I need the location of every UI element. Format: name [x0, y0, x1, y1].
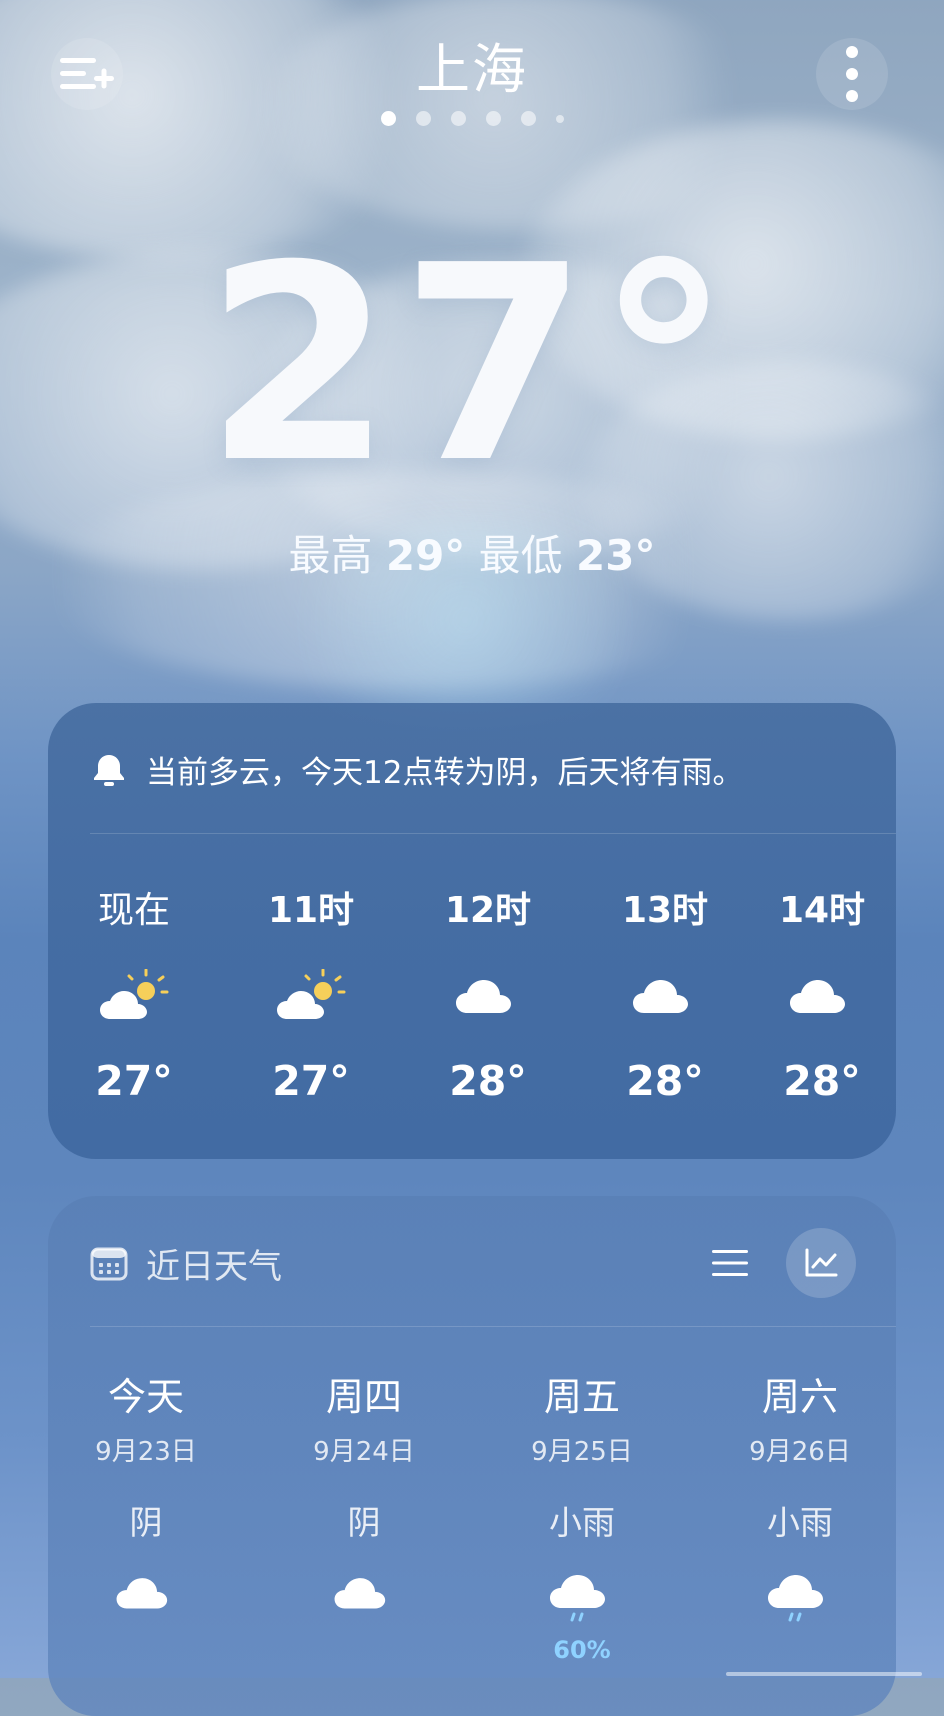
hour-label: 14时 — [778, 890, 866, 931]
low-temp: 23° — [576, 531, 656, 580]
day-condition: 阴 — [347, 1503, 381, 1542]
bell-icon — [94, 754, 124, 786]
calendar-icon — [90, 1247, 128, 1281]
partly-cloudy-icon — [64, 969, 204, 1029]
cloud-icon — [56, 1568, 236, 1638]
hour-temp: 27° — [95, 1057, 173, 1105]
hour-label: 12时 — [444, 890, 532, 931]
page-dot-4[interactable] — [485, 111, 501, 126]
hour-label: 11时 — [267, 890, 355, 931]
high-label: 最高 — [288, 531, 373, 580]
precip-probability: 60% — [553, 1636, 611, 1664]
daily-forecast-card[interactable]: 近日天气 今天 9月23日 阴 周四 9月24日 阴 周五 9月25日 小雨 6… — [48, 1196, 896, 1716]
daily-title: 近日天气 — [90, 1239, 282, 1288]
day-item: 周四 9月24日 阴 — [274, 1366, 454, 1638]
hourly-item: 11时 27° — [241, 881, 381, 1105]
low-label: 最低 — [478, 531, 563, 580]
rain-icon — [710, 1568, 890, 1638]
hour-label: 现在 — [97, 890, 170, 931]
temperature-range: 最高 29° 最低 23° — [0, 522, 944, 583]
day-condition: 阴 — [129, 1503, 163, 1542]
hourly-forecast-card[interactable]: 当前多云，今天12点转为阴，后天将有雨。 现在 27° 11时 27° 12时 … — [48, 703, 896, 1159]
list-view-button[interactable] — [708, 1241, 752, 1285]
day-date: 9月24日 — [313, 1437, 415, 1467]
city-name[interactable]: 上海 — [0, 25, 944, 104]
hour-temp: 27° — [272, 1057, 350, 1105]
hour-label: 13时 — [621, 890, 709, 931]
hourly-item: 14时 28° — [752, 881, 892, 1105]
cloud-icon — [752, 969, 892, 1029]
page-dot-3[interactable] — [450, 111, 466, 126]
day-date: 9月23日 — [95, 1437, 197, 1467]
day-item: 今天 9月23日 阴 — [56, 1366, 236, 1638]
day-item: 周六 9月26日 小雨 — [710, 1366, 890, 1638]
cloud-icon — [418, 969, 558, 1029]
cloud-icon — [274, 1568, 454, 1638]
day-name: 周六 — [761, 1375, 838, 1419]
divider — [90, 833, 896, 834]
partly-cloudy-icon — [241, 969, 381, 1029]
list-view-icon — [712, 1250, 748, 1276]
daily-title-text: 近日天气 — [146, 1246, 282, 1287]
high-temp: 29° — [385, 531, 466, 580]
day-item: 周五 9月25日 小雨 60% — [492, 1366, 672, 1664]
day-date: 9月25日 — [531, 1437, 633, 1467]
day-date: 9月26日 — [749, 1437, 851, 1467]
daily-view-toggle[interactable] — [708, 1228, 856, 1298]
page-indicator[interactable] — [0, 111, 944, 126]
hourly-list[interactable]: 现在 27° 11时 27° 12时 28° 13时 28° 14时 28° — [48, 881, 896, 1121]
page-dot-2[interactable] — [415, 111, 431, 126]
day-condition: 小雨 — [767, 1503, 833, 1542]
more-options-button[interactable] — [816, 38, 888, 110]
current-temperature: 27° — [204, 207, 740, 522]
more-vertical-icon — [846, 46, 858, 102]
day-condition: 小雨 — [549, 1503, 615, 1542]
page-dot-6[interactable] — [555, 114, 564, 123]
day-name: 周四 — [325, 1375, 402, 1419]
hour-temp: 28° — [449, 1057, 527, 1105]
day-name: 今天 — [107, 1375, 184, 1419]
chart-view-icon — [805, 1248, 838, 1277]
cloud-icon — [595, 969, 735, 1029]
rain-icon: 60% — [492, 1568, 672, 1664]
hourly-item: 12时 28° — [418, 881, 558, 1105]
hour-temp: 28° — [626, 1057, 704, 1105]
home-indicator[interactable] — [726, 1672, 922, 1676]
hour-temp: 28° — [783, 1057, 861, 1105]
page-dot-5[interactable] — [520, 111, 536, 126]
page-dot-1[interactable] — [380, 111, 396, 126]
hourly-item: 现在 27° — [64, 881, 204, 1105]
daily-header: 近日天气 — [90, 1223, 856, 1303]
divider — [90, 1326, 896, 1327]
alert-text: 当前多云，今天12点转为阴，后天将有雨。 — [146, 755, 744, 791]
daily-list[interactable]: 今天 9月23日 阴 周四 9月24日 阴 周五 9月25日 小雨 60% 周六… — [48, 1366, 896, 1716]
day-name: 周五 — [543, 1375, 620, 1419]
weather-alert[interactable]: 当前多云，今天12点转为阴，后天将有雨。 — [90, 747, 743, 792]
hourly-item: 13时 28° — [595, 881, 735, 1105]
chart-view-button[interactable] — [786, 1228, 856, 1298]
